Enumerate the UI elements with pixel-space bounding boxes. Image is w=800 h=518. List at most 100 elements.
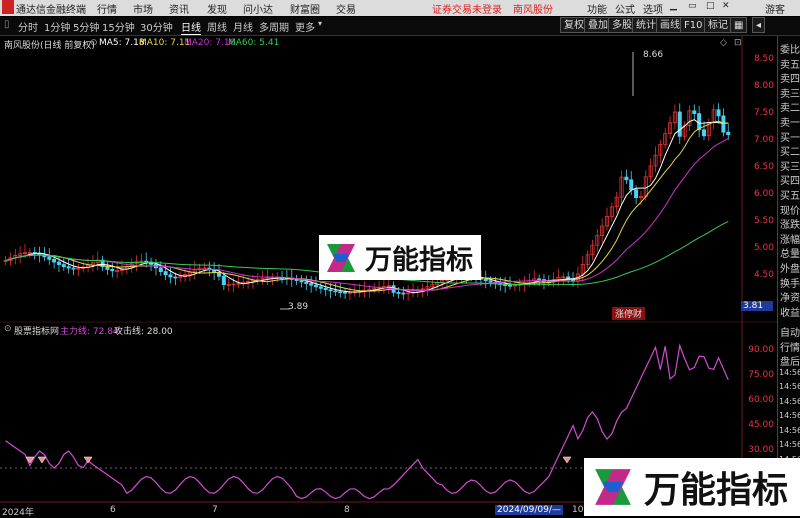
period-tab-timeshare[interactable]: 分时 xyxy=(18,19,38,34)
signal-marker xyxy=(83,456,93,464)
candle xyxy=(702,129,707,137)
candle xyxy=(47,256,52,260)
collapse-icon[interactable]: ◂ xyxy=(752,17,766,33)
candle xyxy=(716,109,721,117)
menu-wealth[interactable]: 财富圈 xyxy=(290,1,320,16)
period-tab-30min[interactable]: 30分钟 xyxy=(140,19,173,34)
side-bottom-item: 14:56 xyxy=(779,425,800,435)
title-bar: 通达信金融终端 行情 市场 资讯 发现 问小达 财富圈 交易 证券交易未登录 南… xyxy=(0,0,800,16)
period-tab-weekly[interactable]: 周线 xyxy=(207,19,227,34)
menu-formula[interactable]: 公式 xyxy=(615,1,635,16)
stock-label: 南风股份(日线 前复权) xyxy=(4,41,95,51)
period-tab-5min[interactable]: 5分钟 xyxy=(73,19,99,34)
candle xyxy=(52,258,57,263)
candle xyxy=(634,189,639,199)
side-bottom-item[interactable]: 盘后 xyxy=(779,353,800,368)
side-item[interactable]: 卖二 xyxy=(779,99,800,114)
ma-settings-icon[interactable]: ⊙ xyxy=(90,38,98,48)
side-item[interactable]: 现价 xyxy=(779,202,800,217)
candle xyxy=(56,261,61,265)
candle xyxy=(629,179,634,191)
indicator-title: 股票指标网 xyxy=(14,327,60,337)
menu-ask[interactable]: 问小达 xyxy=(243,1,273,16)
menu-discover[interactable]: 发现 xyxy=(207,1,227,16)
candle xyxy=(721,115,726,133)
minimize-icon[interactable]: ▁ xyxy=(670,1,677,11)
watermark-logo-icon xyxy=(327,243,355,272)
candle xyxy=(309,283,314,286)
candle xyxy=(66,266,71,269)
candle xyxy=(624,176,629,181)
menu-trade[interactable]: 交易 xyxy=(336,1,356,16)
y-tick: 8.50 xyxy=(753,54,774,64)
side-item[interactable]: 委比 xyxy=(779,41,800,56)
side-item[interactable]: 换手 xyxy=(779,275,800,290)
candle xyxy=(105,266,110,270)
sub-y-tick: 45.00 xyxy=(748,420,774,430)
candle xyxy=(163,271,168,276)
mark-button[interactable]: 标记 xyxy=(704,17,732,33)
period-tab-15min[interactable]: 15分钟 xyxy=(102,19,135,34)
close-icon[interactable]: ✕ xyxy=(722,1,730,11)
more-chevron-icon[interactable]: ▾ xyxy=(318,19,322,28)
x-label: 10 xyxy=(572,505,584,515)
menu-markets[interactable]: 市场 xyxy=(133,1,153,16)
side-bottom-item[interactable]: 自动 xyxy=(779,324,800,339)
high-annotation: 8.66 xyxy=(643,50,664,60)
period-tab-1min[interactable]: 1分钟 xyxy=(44,19,70,34)
period-tab-monthly[interactable]: 月线 xyxy=(233,19,253,34)
side-bottom-item[interactable]: 行情 xyxy=(779,339,800,354)
login-notice[interactable]: 证券交易未登录 xyxy=(432,1,502,16)
panel-close-icon[interactable]: ⊡ xyxy=(734,38,742,48)
side-item[interactable]: 卖四 xyxy=(779,70,800,85)
restore-icon[interactable]: ▭ xyxy=(688,1,697,11)
menu-market[interactable]: 行情 xyxy=(97,1,117,16)
side-item[interactable]: 卖一 xyxy=(779,114,800,129)
watermark-text: 万能指标 xyxy=(644,470,789,511)
period-tab-multi[interactable]: 多周期 xyxy=(259,19,289,34)
watermark-logo-icon xyxy=(595,469,631,505)
maximize-icon[interactable]: □ xyxy=(706,1,715,11)
x-label: 2024年 xyxy=(2,508,34,518)
menu-options[interactable]: 选项 xyxy=(643,1,663,16)
y-tick: 7.50 xyxy=(753,108,774,118)
candle xyxy=(173,276,178,279)
y-tick: 5.00 xyxy=(753,243,774,253)
side-item[interactable]: 买四 xyxy=(779,172,800,187)
indicator-settings-icon[interactable]: ⊙ xyxy=(4,324,12,334)
side-item[interactable]: 买五 xyxy=(779,187,800,202)
candle xyxy=(71,267,76,270)
main-force-label: 主力线: 72.84 xyxy=(60,327,119,337)
toggle-icon[interactable]: ▯ xyxy=(4,19,10,30)
watermark-text: 万能指标 xyxy=(365,245,473,276)
signal-marker xyxy=(37,456,47,464)
period-tab-more[interactable]: 更多 xyxy=(295,19,315,34)
menu-function[interactable]: 功能 xyxy=(587,1,607,16)
notice-stock[interactable]: 南风股份 xyxy=(513,1,553,16)
panel-collapse-icon[interactable]: ◇ xyxy=(720,38,727,48)
grid-icon[interactable]: ▦ xyxy=(730,17,748,33)
side-item[interactable]: 买三 xyxy=(779,158,800,173)
side-item[interactable]: 涨幅 xyxy=(779,231,800,246)
limit-up-tag[interactable]: 涨停财 xyxy=(612,307,646,320)
side-item[interactable]: 卖五 xyxy=(779,56,800,71)
side-item[interactable]: 外盘 xyxy=(779,260,800,275)
app-logo-icon xyxy=(2,0,14,14)
candle xyxy=(677,111,682,137)
candle xyxy=(401,292,406,295)
watermark-corner: 万能指标 xyxy=(584,458,800,516)
user-label[interactable]: 游客 xyxy=(765,1,785,16)
side-item[interactable]: 买二 xyxy=(779,143,800,158)
side-item[interactable]: 收益 xyxy=(779,304,800,319)
side-item[interactable]: 卖三 xyxy=(779,85,800,100)
x-label: 6 xyxy=(110,505,116,515)
f10-button[interactable]: F10 xyxy=(680,17,707,33)
quote-side-panel: 委比 卖五 卖四 卖三 卖二 卖一 买一 买二 买三 买四 买五 现价 涨跌 涨幅 总量 外盘 换手 净资 收益 自… xyxy=(777,36,800,516)
side-item[interactable]: 总量 xyxy=(779,245,800,260)
period-tab-daily[interactable]: 日线 xyxy=(181,19,201,35)
side-item[interactable]: 净资 xyxy=(779,289,800,304)
side-item[interactable]: 买一 xyxy=(779,129,800,144)
side-item[interactable]: 涨跌 xyxy=(779,216,800,231)
sub-y-tick: 30.00 xyxy=(748,445,774,455)
menu-news[interactable]: 资讯 xyxy=(169,1,189,16)
